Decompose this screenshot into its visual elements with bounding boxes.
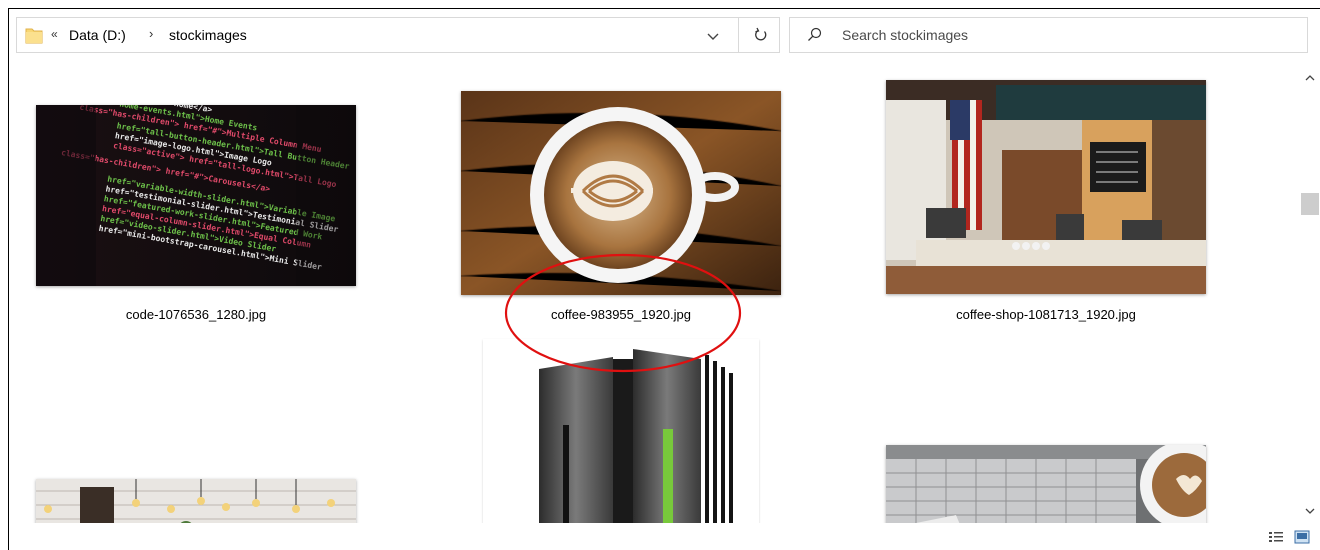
cafe-lights-image <box>36 479 356 523</box>
recent-locations-chevron[interactable]: « <box>51 27 58 41</box>
search-box[interactable] <box>789 17 1308 53</box>
thumbnail-cafe-lights[interactable] <box>36 479 356 523</box>
address-bar[interactable]: « Data (D:) › stockimages <box>16 17 780 53</box>
scrollbar-thumb[interactable] <box>1301 193 1319 215</box>
folder-icon <box>25 28 43 44</box>
vertical-scrollbar[interactable] <box>1300 69 1320 523</box>
address-divider <box>738 18 739 52</box>
file-name[interactable]: code-1076536_1280.jpg <box>36 307 356 322</box>
thumbnail-latte[interactable] <box>461 91 781 295</box>
file-list: "index.html">Home</a> href="home-events.… <box>9 61 1299 523</box>
file-name[interactable]: coffee-983955_1920.jpg <box>461 307 781 322</box>
refresh-icon[interactable] <box>753 27 769 43</box>
breadcrumb-stockimages[interactable]: stockimages <box>169 27 247 43</box>
search-input[interactable] <box>842 25 1282 45</box>
coffee-shop-image <box>886 80 1206 294</box>
breadcrumb-data-drive[interactable]: Data (D:) <box>69 27 126 43</box>
chevron-down-icon[interactable] <box>706 29 720 43</box>
file-name[interactable]: coffee-shop-1081713_1920.jpg <box>886 307 1206 322</box>
latte-image <box>461 91 781 295</box>
code-image: "index.html">Home</a> href="home-events.… <box>36 105 356 286</box>
server-image <box>483 339 759 523</box>
laptop-coffee-image <box>886 445 1206 523</box>
scroll-down-icon[interactable] <box>1305 507 1315 515</box>
file-explorer-window: « Data (D:) › stockimages Search stockim… <box>8 8 1320 550</box>
search-icon <box>808 27 822 41</box>
details-view-icon[interactable] <box>1268 530 1284 544</box>
scroll-up-icon[interactable] <box>1305 74 1315 82</box>
thumbnail-coffee-shop[interactable] <box>886 80 1206 294</box>
thumbnail-server[interactable] <box>483 339 759 523</box>
thumbnail-laptop-coffee[interactable] <box>886 445 1206 523</box>
thumbnail-code[interactable]: "index.html">Home</a> href="home-events.… <box>36 105 356 286</box>
breadcrumb-separator[interactable]: › <box>149 26 153 41</box>
large-icons-view-icon[interactable] <box>1294 530 1310 544</box>
